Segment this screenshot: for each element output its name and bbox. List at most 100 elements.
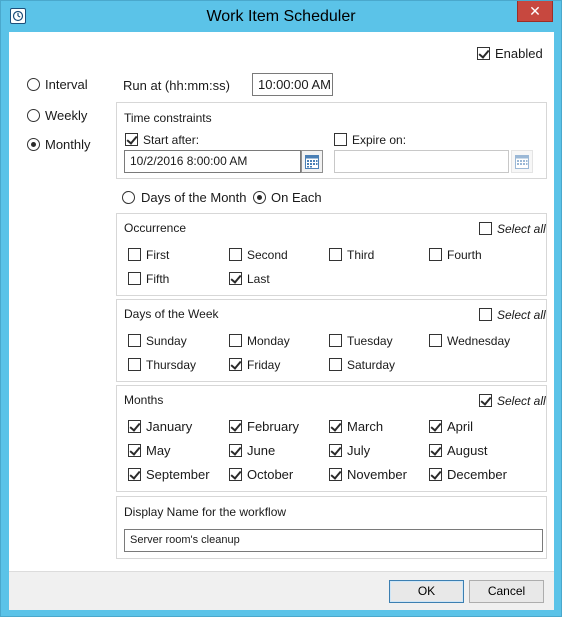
cancel-button[interactable]: Cancel	[469, 580, 544, 603]
day-friday-label: Friday	[247, 358, 281, 372]
occurrence-last-label: Last	[247, 272, 270, 286]
occurrence-last-checkbox[interactable]	[229, 272, 242, 285]
month-november-checkbox[interactable]	[329, 468, 342, 481]
occurrence-title: Occurrence	[124, 221, 187, 235]
time-constraints-title: Time constraints	[124, 111, 212, 125]
start-after-label: Start after:	[143, 133, 200, 147]
display-name-input[interactable]: Server room's cleanup	[124, 529, 543, 552]
month-april-label: April	[447, 419, 474, 434]
occurrence-second-label: Second	[247, 248, 288, 262]
monthly-label: Monthly	[45, 137, 91, 152]
start-after-checkbox[interactable]	[125, 133, 138, 146]
month-september-checkbox[interactable]	[128, 468, 141, 481]
day-tuesday-checkbox[interactable]	[329, 334, 342, 347]
dialog-body: Enabled Interval Weekly Monthly Run at (…	[9, 32, 554, 610]
title-bar[interactable]: Work Item Scheduler ✕	[1, 1, 561, 32]
month-january-label: January	[146, 419, 193, 434]
day-wednesday-checkbox[interactable]	[429, 334, 442, 347]
occurrence-first-checkbox[interactable]	[128, 248, 141, 261]
occurrence-fifth-label: Fifth	[146, 272, 170, 286]
occurrence-select-all-label: Select all	[497, 222, 546, 236]
months-title: Months	[124, 393, 164, 407]
month-june-checkbox[interactable]	[229, 444, 242, 457]
interval-label: Interval	[45, 77, 88, 92]
occurrence-second-checkbox[interactable]	[229, 248, 242, 261]
occurrence-select-all-checkbox[interactable]	[479, 222, 492, 235]
month-october-label: October	[247, 467, 294, 482]
months-select-all-checkbox[interactable]	[479, 394, 492, 407]
month-march-checkbox[interactable]	[329, 420, 342, 433]
enabled-label: Enabled	[495, 46, 543, 61]
day-sunday-checkbox[interactable]	[128, 334, 141, 347]
enabled-checkbox[interactable]	[477, 47, 490, 60]
expire-on-calendar-button[interactable]	[511, 150, 533, 173]
start-after-calendar-button[interactable]	[301, 150, 323, 173]
month-june-label: June	[247, 443, 276, 458]
month-december-checkbox[interactable]	[429, 468, 442, 481]
monthly-radio[interactable]	[27, 138, 40, 151]
time-constraints-group: Time constraints Start after: 10/2/2016 …	[116, 102, 547, 179]
day-saturday-label: Saturday	[347, 358, 396, 372]
day-monday-checkbox[interactable]	[229, 334, 242, 347]
days-of-week-group: Days of the Week Select all Sunday Monda…	[116, 299, 547, 382]
month-february-checkbox[interactable]	[229, 420, 242, 433]
month-november-label: November	[347, 467, 407, 482]
month-september-label: September	[146, 467, 210, 482]
on-each-radio[interactable]	[253, 191, 266, 204]
occurrence-third-label: Third	[347, 248, 375, 262]
ok-button[interactable]: OK	[389, 580, 464, 603]
close-button[interactable]: ✕	[517, 1, 553, 22]
day-wednesday-label: Wednesday	[447, 334, 511, 348]
expire-on-label: Expire on:	[352, 133, 407, 147]
day-tuesday-label: Tuesday	[347, 334, 393, 348]
start-after-input[interactable]: 10/2/2016 8:00:00 AM	[124, 150, 301, 173]
calendar-icon	[515, 155, 529, 169]
day-friday-checkbox[interactable]	[229, 358, 242, 371]
month-october-checkbox[interactable]	[229, 468, 242, 481]
month-may-checkbox[interactable]	[128, 444, 141, 457]
months-group: Months Select all January February March…	[116, 385, 547, 492]
days-of-week-title: Days of the Week	[124, 307, 219, 321]
month-may-label: May	[146, 443, 171, 458]
close-icon: ✕	[529, 3, 541, 19]
occurrence-group: Occurrence Select all First Second Third…	[116, 213, 547, 296]
weekly-radio[interactable]	[27, 109, 40, 122]
month-august-checkbox[interactable]	[429, 444, 442, 457]
day-saturday-checkbox[interactable]	[329, 358, 342, 371]
occurrence-fourth-checkbox[interactable]	[429, 248, 442, 261]
day-monday-label: Monday	[247, 334, 290, 348]
window-title: Work Item Scheduler	[206, 8, 356, 25]
weekly-label: Weekly	[45, 108, 88, 123]
occurrence-fourth-label: Fourth	[447, 248, 482, 262]
run-at-label: Run at (hh:mm:ss)	[123, 78, 230, 93]
month-february-label: February	[247, 419, 300, 434]
days-select-all-label: Select all	[497, 308, 546, 322]
dialog-footer: OK Cancel	[9, 571, 554, 610]
day-sunday-label: Sunday	[146, 334, 187, 348]
occurrence-fifth-checkbox[interactable]	[128, 272, 141, 285]
months-select-all-label: Select all	[497, 394, 546, 408]
days-of-month-label: Days of the Month	[141, 190, 247, 205]
display-name-group: Display Name for the workflow Server roo…	[116, 496, 547, 559]
month-august-label: August	[447, 443, 488, 458]
display-name-title: Display Name for the workflow	[124, 505, 287, 519]
run-at-input[interactable]: 10:00:00 AM	[252, 73, 333, 96]
month-april-checkbox[interactable]	[429, 420, 442, 433]
calendar-icon	[305, 155, 319, 169]
occurrence-first-label: First	[146, 248, 170, 262]
days-select-all-checkbox[interactable]	[479, 308, 492, 321]
dialog-window: Work Item Scheduler ✕ Enabled Interval W…	[0, 0, 562, 617]
expire-on-input[interactable]	[334, 150, 509, 173]
expire-on-checkbox[interactable]	[334, 133, 347, 146]
month-march-label: March	[347, 419, 384, 434]
occurrence-third-checkbox[interactable]	[329, 248, 342, 261]
day-thursday-label: Thursday	[146, 358, 197, 372]
day-thursday-checkbox[interactable]	[128, 358, 141, 371]
month-january-checkbox[interactable]	[128, 420, 141, 433]
month-december-label: December	[447, 467, 507, 482]
days-of-month-radio[interactable]	[122, 191, 135, 204]
month-july-label: July	[347, 443, 371, 458]
on-each-label: On Each	[271, 190, 322, 205]
month-july-checkbox[interactable]	[329, 444, 342, 457]
interval-radio[interactable]	[27, 78, 40, 91]
